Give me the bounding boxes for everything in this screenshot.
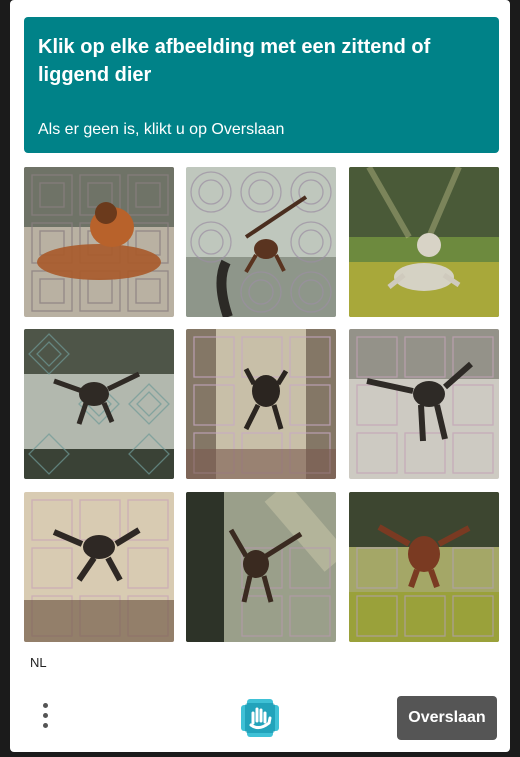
language-label[interactable]: NL [30, 655, 47, 670]
image-tile-6[interactable] [349, 329, 499, 479]
image-tile-2[interactable] [186, 167, 336, 317]
image-tile-5[interactable] [186, 329, 336, 479]
monkey-leaping-image [186, 329, 336, 479]
hcaptcha-logo-icon[interactable] [239, 697, 281, 739]
image-tile-1[interactable] [24, 167, 174, 317]
orangutan-lying-image [24, 167, 174, 317]
challenge-title: Klik op elke afbeelding met een zittend … [38, 36, 431, 86]
gibbon-sitting-image [349, 167, 499, 317]
more-vertical-icon[interactable] [38, 700, 54, 732]
orangutan-jumping-image [349, 492, 499, 642]
monkey-airborne-image [24, 492, 174, 642]
challenge-banner: Klik op elke afbeelding met een zittend … [24, 17, 499, 153]
image-tile-8[interactable] [186, 492, 336, 642]
captcha-card: Klik op elke afbeelding met een zittend … [10, 0, 510, 752]
image-grid [24, 167, 499, 642]
monkey-jumping-image [24, 329, 174, 479]
skip-button[interactable]: Overslaan [397, 696, 497, 740]
challenge-subtitle: Als er geen is, klikt u op Overslaan [38, 121, 285, 138]
image-tile-9[interactable] [349, 492, 499, 642]
monkey-hanging-image [186, 492, 336, 642]
image-tile-3[interactable] [349, 167, 499, 317]
monkey-flying-image [349, 329, 499, 479]
image-tile-4[interactable] [24, 329, 174, 479]
monkey-swinging-image [186, 167, 336, 317]
image-tile-7[interactable] [24, 492, 174, 642]
